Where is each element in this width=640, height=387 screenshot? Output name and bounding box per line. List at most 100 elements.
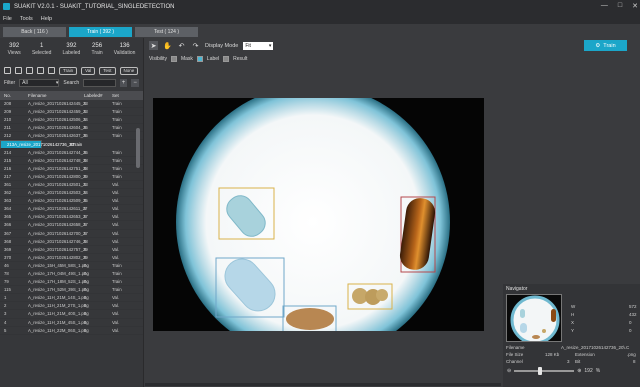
- maximize-icon[interactable]: □: [618, 2, 622, 10]
- cell-set: Val.: [112, 295, 120, 301]
- train-button[interactable]: ⚙ Train: [584, 40, 627, 51]
- table-row[interactable]: 210 A_resize_20171026142506_24 5 Train: [0, 116, 143, 125]
- table-row[interactable]: 213 A_resize_20171026142736_20 5 Train: [0, 140, 82, 149]
- cell-filename: A_resize_20171026142757_29: [28, 246, 88, 252]
- table-row[interactable]: 214 A_resize_20171026142744_26 5 Train: [0, 149, 143, 157]
- cell-no: 363: [4, 198, 12, 204]
- header-labeled[interactable]: Labeled#: [84, 93, 112, 98]
- table-row[interactable]: 362 A_resize_20171026142503_24 5 Val.: [0, 189, 143, 198]
- zoom-in-icon[interactable]: ⊕: [577, 368, 581, 374]
- cell-set: Train: [112, 149, 122, 155]
- table-row[interactable]: 46 A_resize_15H_45M_58S_1.png 5 Train: [0, 262, 143, 270]
- table-row[interactable]: 1 A_resize_11H_21M_14S_1.png 5 Val.: [0, 294, 143, 303]
- menu-file[interactable]: File: [3, 16, 12, 22]
- table-row[interactable]: 115 A_resize_17H_52M_39S_1.png 5 Train: [0, 286, 143, 295]
- table-row[interactable]: 5 A_resize_11H_22M_06S_1.png 5 Val.: [0, 327, 143, 335]
- image-add-icon[interactable]: [4, 67, 11, 74]
- cell-set: Val.: [112, 198, 120, 204]
- table-row[interactable]: 2 A_resize_11H_21M_27S_1.png 5 Val.: [0, 302, 143, 311]
- cell-no: 5: [4, 327, 7, 333]
- zoom-slider-handle[interactable]: [538, 367, 543, 375]
- cell-no: 213: [7, 142, 15, 148]
- cell-no: 210: [4, 117, 12, 123]
- tab-test[interactable]: Test ( 124 ): [135, 27, 198, 37]
- table-row[interactable]: 79 A_resize_17H_18M_52S_1.png 5 Train: [0, 278, 143, 287]
- add-filter-button[interactable]: +: [119, 79, 128, 87]
- table-row[interactable]: 211 A_resize_20171026142604_26 5 Train: [0, 124, 143, 133]
- table-row[interactable]: 368 A_resize_20171026142746_28 5 Val.: [0, 238, 143, 246]
- filter-select[interactable]: All ▾: [19, 79, 60, 87]
- stat-views: 392 Views: [7, 43, 21, 56]
- table-row[interactable]: 215 A_resize_20171026142748_28 5 Train: [0, 157, 143, 165]
- chevron-down-icon: ▾: [55, 80, 59, 86]
- cell-labeled: 5: [84, 262, 87, 268]
- image-canvas[interactable]: [153, 98, 484, 331]
- table-row[interactable]: 365 A_resize_20171026142653_27 5 Val.: [0, 213, 143, 222]
- hand-icon[interactable]: ✋: [163, 41, 172, 50]
- tab-train[interactable]: Train ( 392 ): [69, 27, 132, 37]
- table-row[interactable]: 217 A_resize_20171026142800_29 5 Train: [0, 173, 143, 181]
- minimize-icon[interactable]: —: [601, 2, 608, 10]
- cell-set: Train: [112, 271, 122, 277]
- cell-labeled: 5: [84, 125, 87, 131]
- table-row[interactable]: 367 A_resize_20171026142700_27 5 Val.: [0, 230, 143, 238]
- cell-filename: A_resize_11H_21M_27S_1.png: [28, 303, 89, 309]
- display-mode-select[interactable]: Fit ▾: [243, 41, 274, 50]
- set-none-button[interactable]: None: [119, 66, 139, 75]
- cell-no: 368: [4, 238, 12, 244]
- search-input[interactable]: [83, 79, 116, 87]
- table-row[interactable]: 212 A_resize_20171026142637_26 5 Train: [0, 132, 143, 141]
- copy-icon[interactable]: [26, 67, 33, 74]
- table-row[interactable]: 3 A_resize_11H_21M_40S_1.png 5 Val.: [0, 310, 143, 319]
- menu-bar: File Tools Help: [0, 13, 640, 24]
- table-row[interactable]: 370 A_resize_20171026142802_29 5 Val.: [0, 254, 143, 262]
- set-test-button[interactable]: Test: [99, 66, 116, 75]
- table-row[interactable]: 361 A_resize_20171026142501_23 5 Val.: [0, 181, 143, 190]
- zoom-out-icon[interactable]: ⊖: [507, 368, 511, 374]
- table-row[interactable]: 216 A_resize_20171026142751_28 5 Train: [0, 165, 143, 173]
- table-row[interactable]: 78 A_resize_17H_04M_49S_1.png 5 Train: [0, 270, 143, 279]
- cell-filename: A_resize_11H_21M_14S_1.png: [28, 295, 89, 301]
- horizontal-scrollbar[interactable]: [145, 383, 501, 386]
- table-row[interactable]: 363 A_resize_20171026142509_25 5 Val.: [0, 197, 143, 206]
- result-checkbox[interactable]: [223, 56, 230, 62]
- undo-icon[interactable]: ↶: [177, 41, 186, 50]
- pointer-icon[interactable]: ➤: [149, 41, 158, 50]
- close-icon[interactable]: ✕: [632, 2, 638, 10]
- table-row[interactable]: 369 A_resize_20171026142757_29 5 Val.: [0, 246, 143, 254]
- redo-icon[interactable]: ↷: [191, 41, 200, 50]
- cell-filename: A_resize_17H_18M_52S_1.png: [28, 279, 89, 285]
- cell-set: Val.: [112, 230, 120, 236]
- navigator-panel: Navigator W 572 H 432 X 0 Y 0 Filename A…: [503, 284, 640, 387]
- mask-checkbox[interactable]: [170, 56, 177, 62]
- nav-w: W: [571, 304, 576, 309]
- cell-filename: A_resize_20171026142611_27: [28, 206, 88, 212]
- table-row[interactable]: 366 A_resize_20171026142658_27 5 Val.: [0, 221, 143, 230]
- table-row[interactable]: 364 A_resize_20171026142611_27 5 Val.: [0, 205, 143, 214]
- list-scrollbar[interactable]: [136, 128, 140, 168]
- set-val-button[interactable]: Val: [81, 66, 96, 75]
- delete-icon[interactable]: [37, 67, 44, 74]
- zoom-slider[interactable]: [514, 367, 575, 375]
- remove-filter-button[interactable]: −: [131, 79, 139, 87]
- image-list-panel: 392 Views 1 Selected 392 Labeled 256 Train 1…: [0, 38, 144, 387]
- header-filename[interactable]: Filename: [28, 93, 84, 98]
- cell-no: 79: [4, 279, 9, 285]
- nav-x: X: [571, 320, 575, 325]
- menu-tools[interactable]: Tools: [20, 16, 33, 22]
- navigator-thumbnail[interactable]: [506, 294, 562, 342]
- set-train-button[interactable]: Train: [59, 66, 78, 75]
- label-checkbox[interactable]: [196, 56, 203, 62]
- table-row[interactable]: 209 A_resize_20171026142459_23 5 Train: [0, 108, 143, 117]
- cell-labeled: 5: [84, 246, 87, 252]
- table-row[interactable]: 208 A_resize_20171026142445_23 5 Train: [0, 100, 143, 109]
- cell-no: 216: [4, 165, 12, 171]
- header-set[interactable]: Set: [112, 93, 138, 98]
- export-icon[interactable]: [48, 67, 55, 74]
- cell-no: 208: [4, 101, 12, 107]
- tab-back[interactable]: Back ( 116 ): [3, 27, 66, 37]
- table-row[interactable]: 4 A_resize_11H_21M_45S_1.png 5 Val.: [0, 319, 143, 327]
- menu-help[interactable]: Help: [41, 16, 52, 22]
- header-no[interactable]: No.: [0, 93, 28, 98]
- folder-icon[interactable]: [15, 67, 22, 74]
